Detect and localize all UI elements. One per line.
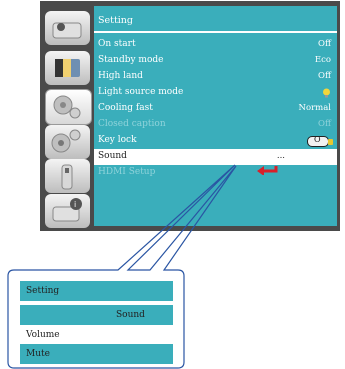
image-adjust-icon[interactable]: [45, 51, 90, 85]
info-icon[interactable]: i: [45, 194, 90, 228]
menu-item-light-source-mode[interactable]: Light source mode: [94, 85, 337, 101]
expanded-setting-icon[interactable]: [45, 125, 90, 159]
menu-item-sound[interactable]: Sound ...: [94, 149, 337, 165]
setting-icon[interactable]: [45, 89, 92, 125]
lock-icon: [328, 139, 333, 145]
menu-item-on-start[interactable]: On start Off: [94, 37, 337, 53]
submenu-divider: [20, 302, 173, 304]
sound-submenu: Setting Sound Volume Mute: [20, 281, 173, 364]
picture-icon[interactable]: [45, 11, 90, 45]
menu-tabs: i: [40, 1, 94, 231]
submenu-item-volume[interactable]: Volume: [20, 325, 173, 345]
key-lock-toggle[interactable]: O: [307, 135, 329, 147]
bulb-icon: [323, 88, 330, 98]
svg-text:i: i: [74, 200, 76, 209]
menu-item-key-lock[interactable]: Key lock O: [94, 133, 337, 149]
memory-icon[interactable]: [45, 159, 90, 193]
menu-item-high-land[interactable]: High land Off: [94, 69, 337, 85]
enter-arrow-icon: [257, 166, 278, 175]
submenu-item-mute[interactable]: Mute: [20, 344, 173, 364]
menu-title: Setting: [98, 15, 134, 26]
title-divider: [94, 31, 337, 33]
menu-item-standby-mode[interactable]: Standby mode Eco: [94, 53, 337, 69]
menu-item-cooling-fast[interactable]: Cooling fast Normal: [94, 101, 337, 117]
submenu-header: Sound: [20, 305, 173, 325]
submenu-title: Setting: [20, 281, 173, 301]
setting-panel: Setting On start Off Standby mode Eco Hi…: [94, 6, 337, 226]
menu-item-closed-caption: Closed caption Off: [98, 119, 331, 129]
menu-item-hdmi-setup: HDMI Setup: [98, 167, 156, 177]
